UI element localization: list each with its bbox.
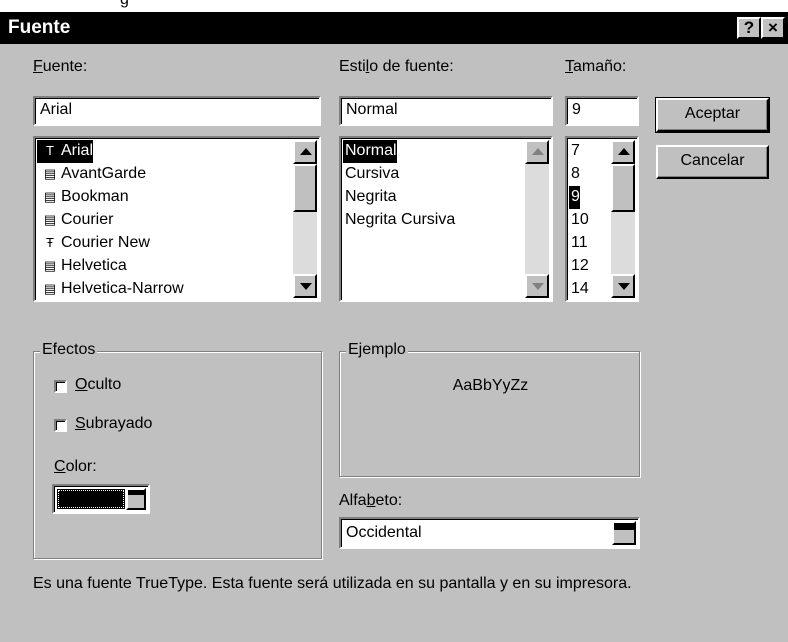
size-list-item[interactable]: 10 xyxy=(569,209,589,232)
size-list-item[interactable]: 11 xyxy=(569,232,588,255)
color-label: Color: xyxy=(54,458,97,475)
font-list-item-label: Arial xyxy=(61,142,94,159)
arrow-up-icon xyxy=(532,148,544,155)
effects-group: Efectos Oculto Subrayado Color: xyxy=(33,341,322,559)
sample-group-title: Ejemplo xyxy=(346,341,408,359)
arrow-down-icon xyxy=(532,283,544,290)
script-value: Occidental xyxy=(346,524,422,541)
font-list-item-label: Courier New xyxy=(61,234,150,251)
style-list[interactable]: Normal Cursiva Negrita Negrita Cursiva xyxy=(339,136,553,302)
font-list-item[interactable]: Ŧ Courier New xyxy=(37,232,150,255)
arrow-up-icon xyxy=(300,148,312,155)
font-scroll-down-button[interactable] xyxy=(293,274,317,298)
font-list-scrollbar[interactable] xyxy=(293,140,317,298)
color-dropdown-button[interactable] xyxy=(126,488,146,510)
dialog-title: Fuente xyxy=(8,17,71,38)
accept-button[interactable]: Aceptar xyxy=(655,97,770,133)
font-label: Fuente: xyxy=(33,58,88,75)
script-select[interactable]: Occidental xyxy=(339,517,640,549)
font-list[interactable]: T Arial ▤ AvantGarde ▤ Bookman ▤ Courier Ŧ Courie… xyxy=(33,136,321,302)
font-list-item-label: Courier xyxy=(61,211,114,228)
size-scroll-up-button[interactable] xyxy=(611,140,635,164)
style-label: Estilo de fuente: xyxy=(339,58,454,75)
size-list-item[interactable]: 8 xyxy=(569,163,580,186)
font-list-item[interactable]: ▤ AvantGarde xyxy=(37,163,146,186)
close-button[interactable]: × xyxy=(761,17,785,39)
size-list-item[interactable]: 7 xyxy=(569,140,580,163)
font-description: Es una fuente TrueType. Esta fuente será… xyxy=(33,575,632,592)
style-list-item[interactable]: Normal xyxy=(343,140,397,163)
font-name-value: Arial xyxy=(40,101,73,118)
printer-font-icon: ▤ xyxy=(43,281,57,296)
help-button[interactable]: ? xyxy=(737,17,761,39)
font-list-item-label: AvantGarde xyxy=(61,165,147,182)
font-style-input[interactable]: Normal xyxy=(339,96,553,126)
arrow-up-icon xyxy=(618,148,630,155)
font-scroll-thumb[interactable] xyxy=(293,164,317,212)
font-style-value: Normal xyxy=(346,101,398,118)
font-size-value: 9 xyxy=(572,101,581,118)
hidden-checkbox[interactable] xyxy=(54,380,67,393)
color-swatch xyxy=(57,489,125,509)
chevron-down-icon xyxy=(128,490,144,495)
printer-font-icon: ▤ xyxy=(43,189,57,204)
color-select[interactable] xyxy=(52,484,150,514)
font-list-item[interactable]: ▤ Bookman xyxy=(37,186,129,209)
script-dropdown-button[interactable] xyxy=(612,521,636,545)
printer-font-icon: ▤ xyxy=(43,212,57,227)
size-list-scrollbar[interactable] xyxy=(611,140,635,298)
font-list-item-label: Helvetica xyxy=(61,257,127,274)
size-list-item[interactable]: 9 xyxy=(569,186,580,209)
printer-font-icon: ▤ xyxy=(43,166,57,181)
script-label: Alfabeto: xyxy=(339,492,403,509)
size-list-item[interactable]: 12 xyxy=(569,255,589,278)
font-name-input[interactable]: Arial xyxy=(33,96,321,126)
underline-label[interactable]: Subrayado xyxy=(75,415,152,433)
truetype-icon: Ŧ xyxy=(46,235,54,250)
underline-checkbox[interactable] xyxy=(54,419,67,432)
background-text: g xyxy=(120,0,129,9)
style-list-item[interactable]: Cursiva xyxy=(343,163,399,186)
effects-group-title: Efectos xyxy=(40,341,98,359)
font-list-item-label: Bookman xyxy=(61,188,129,205)
font-list-item[interactable]: T Arial xyxy=(37,140,94,163)
hidden-label[interactable]: Oculto xyxy=(75,376,121,394)
size-scroll-down-button[interactable] xyxy=(611,274,635,298)
background-window-fragment: g xyxy=(0,0,788,12)
printer-font-icon: ▤ xyxy=(43,258,57,273)
font-scroll-up-button[interactable] xyxy=(293,140,317,164)
font-size-input[interactable]: 9 xyxy=(565,96,639,126)
arrow-down-icon xyxy=(300,283,312,290)
arrow-down-icon xyxy=(618,283,630,290)
font-list-item[interactable]: ▤ Courier xyxy=(37,209,114,232)
sample-text: AaBbYyZz xyxy=(452,377,529,394)
style-list-item[interactable]: Negrita Cursiva xyxy=(343,209,455,232)
size-scroll-thumb[interactable] xyxy=(611,164,635,212)
style-list-item[interactable]: Negrita xyxy=(343,186,397,209)
truetype-icon: T xyxy=(46,143,54,158)
size-list[interactable]: 7 8 9 10 11 12 14 xyxy=(565,136,639,302)
style-scroll-down-button[interactable] xyxy=(525,274,549,298)
sample-group: Ejemplo AaBbYyZz xyxy=(339,341,640,477)
size-list-item[interactable]: 14 xyxy=(569,278,589,300)
chevron-down-icon xyxy=(614,523,634,530)
size-label: Tamaño: xyxy=(565,58,627,75)
cancel-button[interactable]: Cancelar xyxy=(656,145,769,179)
font-list-item-label: Helvetica-Narrow xyxy=(61,280,184,297)
title-bar: Fuente ? × xyxy=(0,12,788,44)
font-list-item[interactable]: ▤ Helvetica xyxy=(37,255,127,278)
style-list-scrollbar[interactable] xyxy=(525,140,549,298)
style-scroll-up-button[interactable] xyxy=(525,140,549,164)
font-list-item[interactable]: ▤ Helvetica-Narrow xyxy=(37,278,184,300)
font-dialog: Fuente ? × Fuente: Arial T Arial ▤ AvantGar… xyxy=(0,12,788,642)
